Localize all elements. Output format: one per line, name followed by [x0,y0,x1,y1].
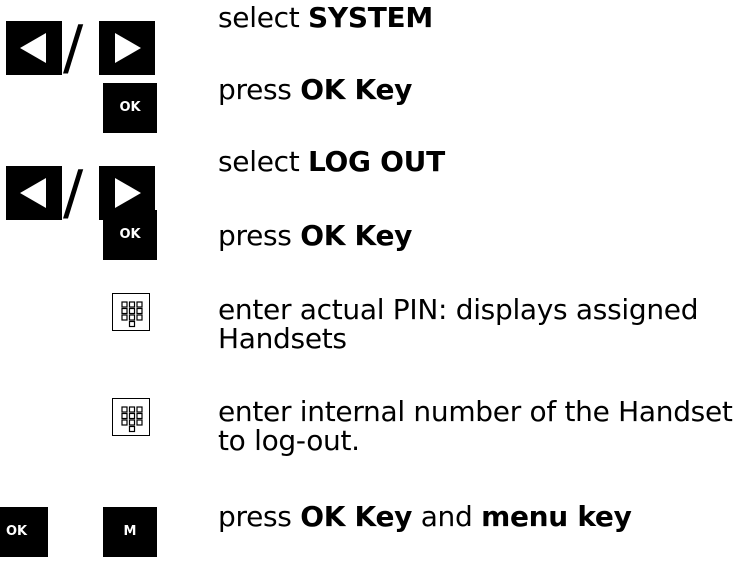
step-text: select SYSTEM [218,1,433,34]
slash-separator: / [63,158,84,228]
left-arrow-key[interactable] [6,21,62,75]
step-keyword: LOG OUT [308,145,445,178]
left-arrow-icon [20,178,46,208]
step-text: press OK Key [218,73,413,106]
step-keyword: OK Key [300,500,413,533]
left-arrow-key[interactable] [6,166,62,220]
menu-key[interactable]: M [103,507,157,557]
step-text: enter actual PIN: displays assigned Hand… [218,293,699,355]
ok-key[interactable]: OK [103,210,157,260]
step-text: enter internal number of the Handset to … [218,395,733,457]
right-arrow-icon [115,178,141,208]
keypad-icon[interactable] [112,398,150,436]
right-arrow-key[interactable] [99,21,155,75]
step-text: press OK Key and menu key [218,500,632,533]
step-keyword: menu key [481,500,632,533]
slash-separator: / [63,13,84,83]
right-arrow-icon [115,33,141,63]
step-text: press OK Key [218,219,413,252]
step-keyword: SYSTEM [308,1,433,34]
left-arrow-icon [20,33,46,63]
step-keyword: OK Key [300,219,413,252]
ok-key[interactable]: OK [0,507,48,557]
keypad-icon[interactable] [112,293,150,331]
step-keyword: OK Key [300,73,413,106]
ok-key[interactable]: OK [103,83,157,133]
step-text: select LOG OUT [218,145,445,178]
